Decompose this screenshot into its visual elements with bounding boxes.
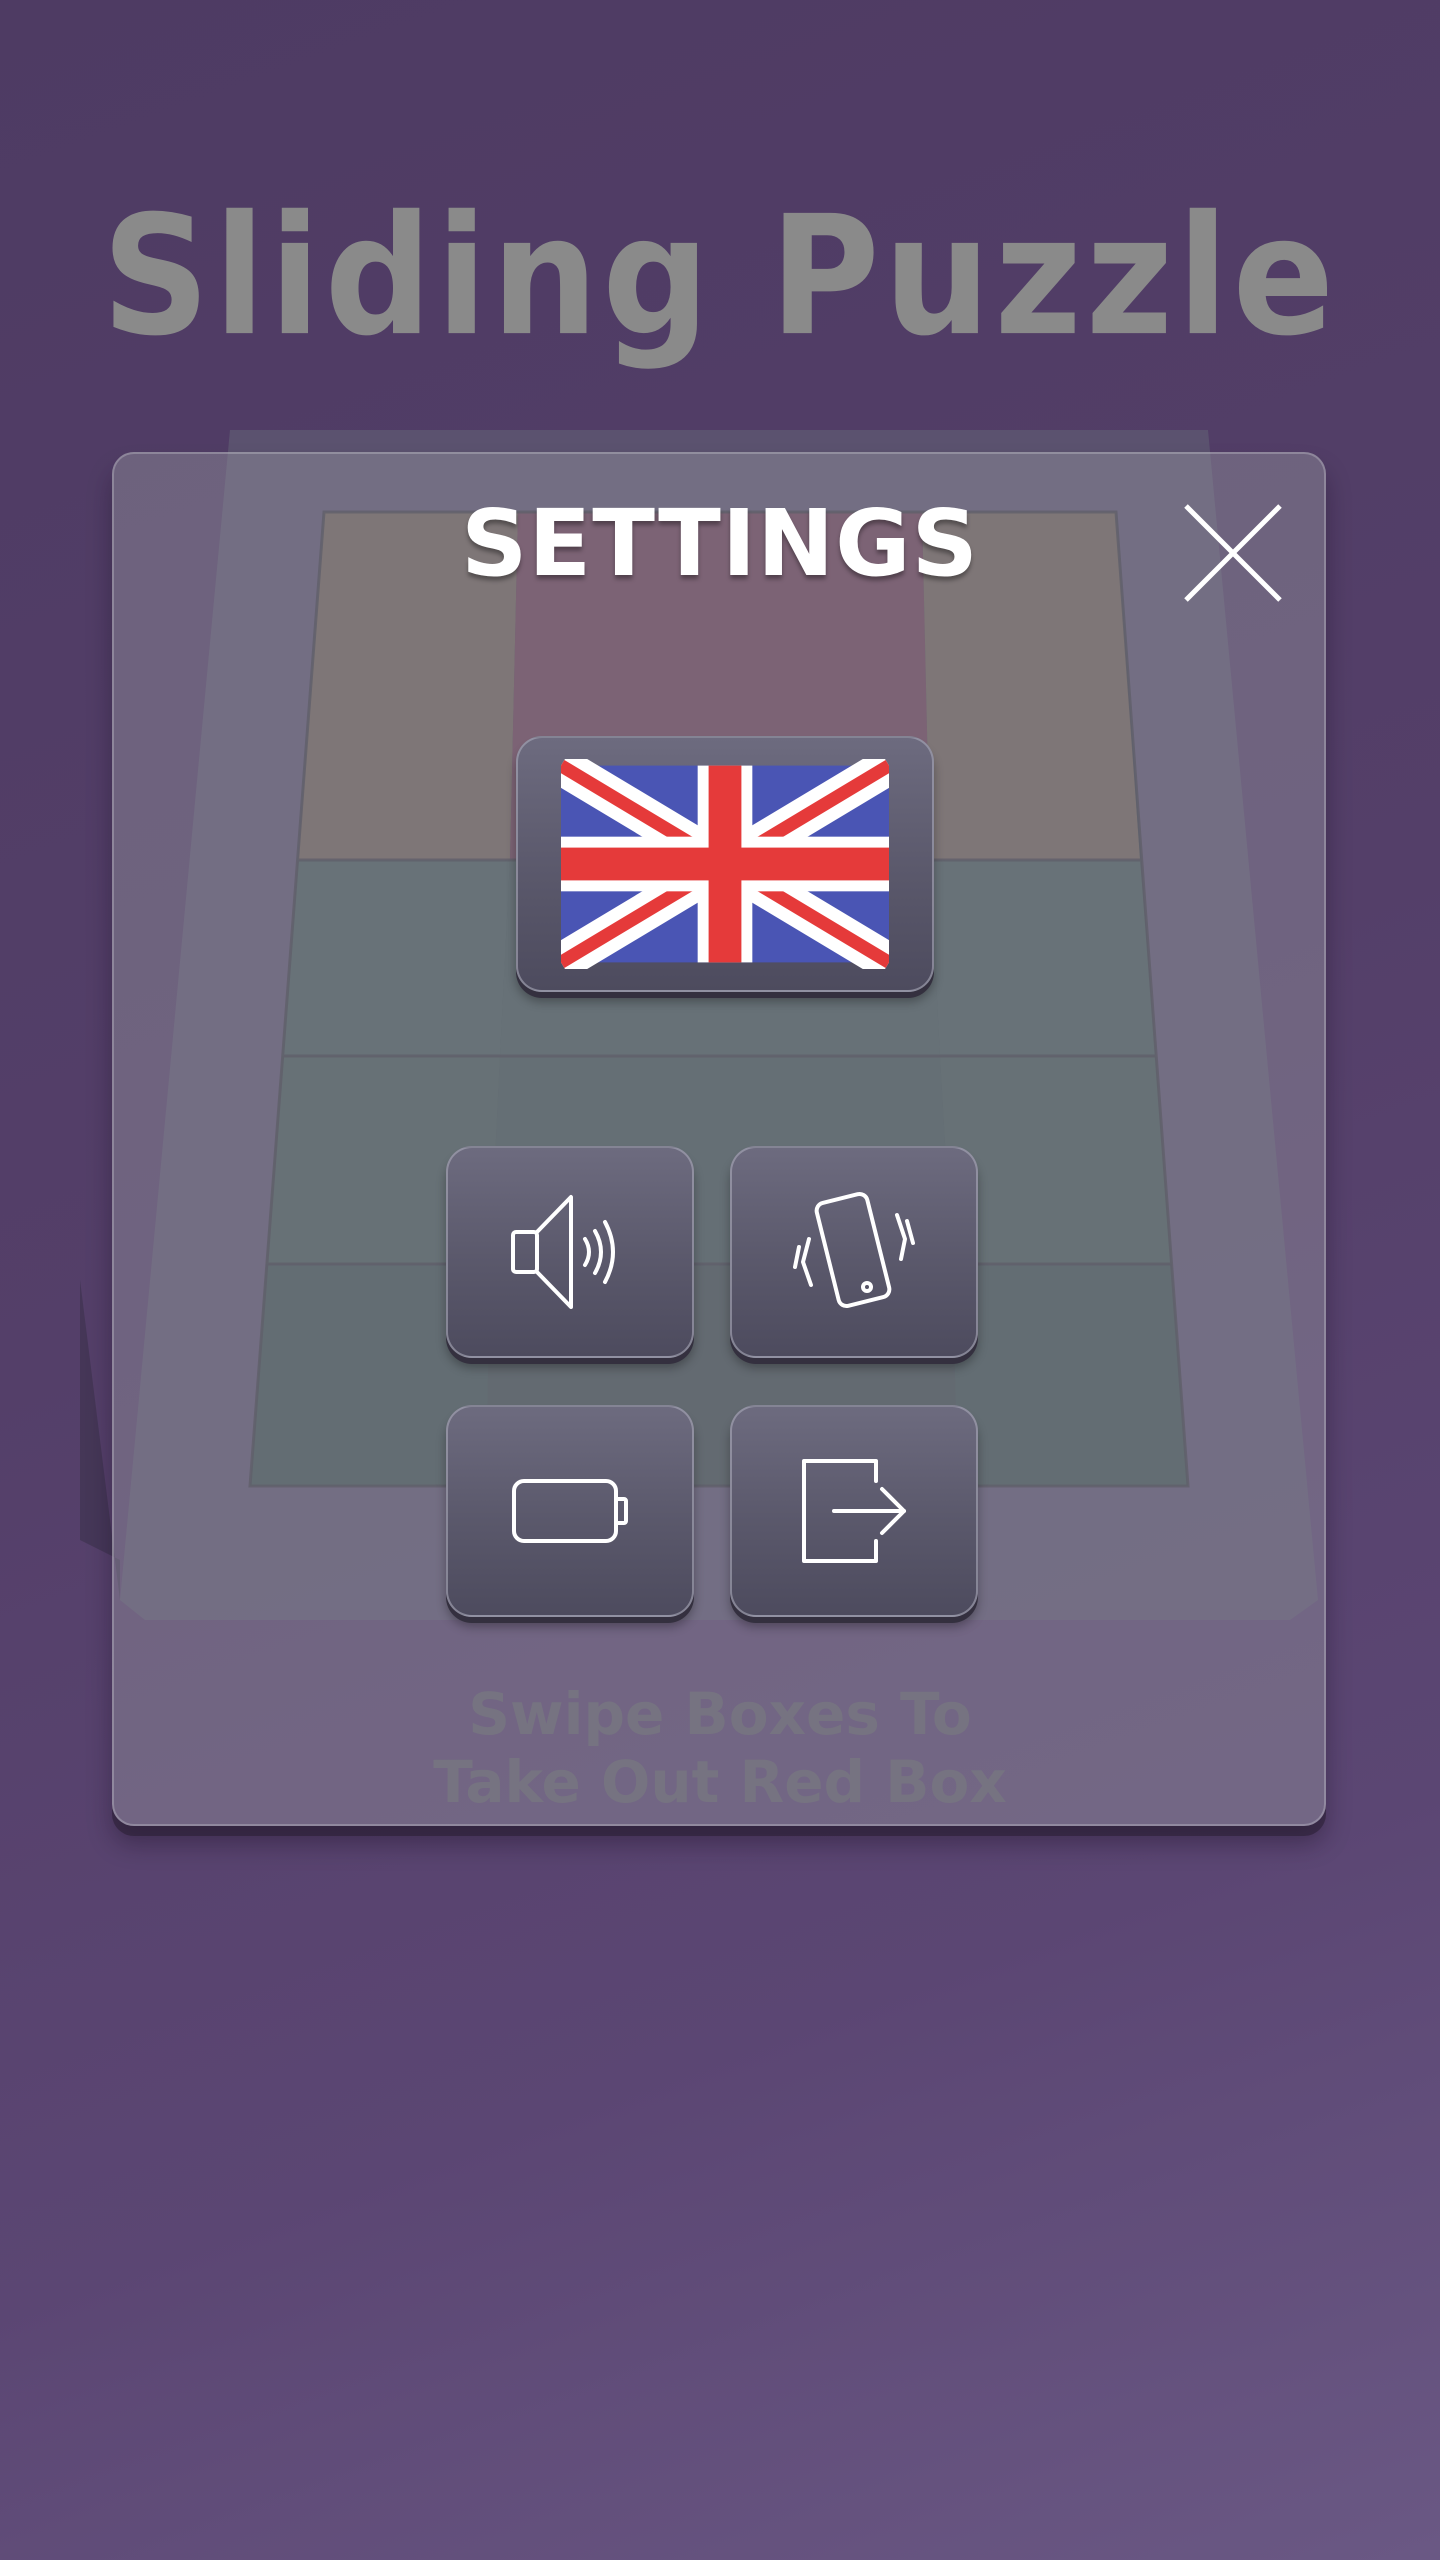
sound-button[interactable] [446,1146,694,1358]
speaker-icon [511,1195,615,1309]
language-button[interactable] [516,736,934,992]
exit-icon [802,1459,906,1563]
game-screen: Sliding Puzzle Swipe Boxes To Take Out R… [0,0,1440,2560]
settings-panel [112,452,1326,1826]
uk-flag-icon [561,759,889,969]
vibrate-phone-icon [793,1191,915,1309]
battery-icon [512,1479,628,1543]
exit-button[interactable] [730,1405,978,1617]
vibration-button[interactable] [730,1146,978,1358]
close-icon [1184,504,1282,602]
battery-button[interactable] [446,1405,694,1617]
close-button[interactable] [1180,500,1286,606]
